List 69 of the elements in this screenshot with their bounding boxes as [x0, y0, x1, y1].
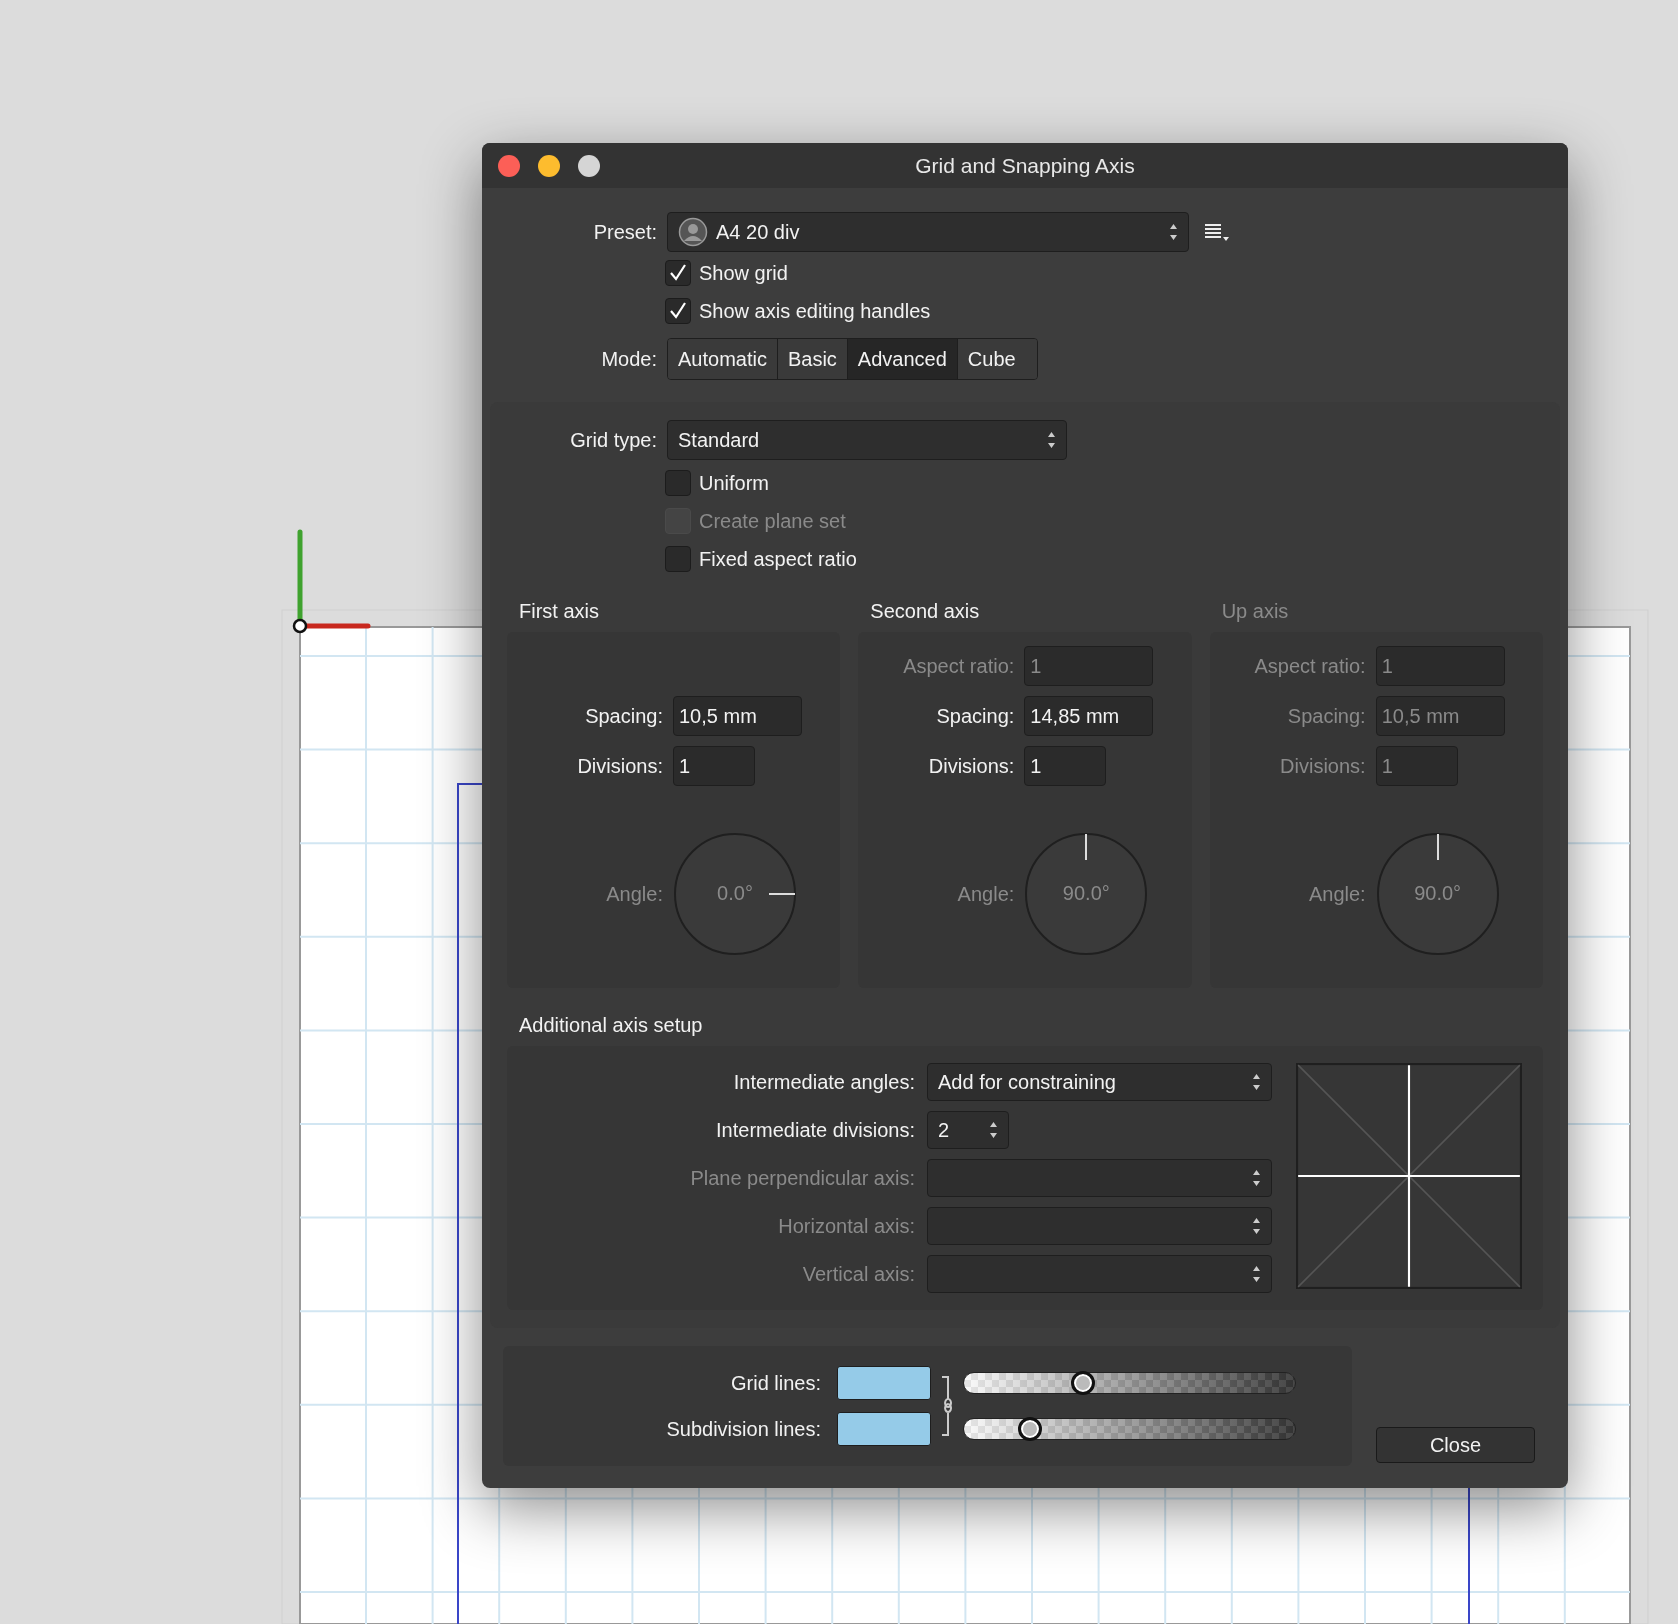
field-label: Horizontal axis: — [777, 1214, 915, 1238]
stepper-arrows-icon — [1169, 223, 1178, 241]
field-label: Subdivision lines: — [665, 1417, 821, 1441]
field-label: Angle: — [956, 882, 1015, 906]
window-title: Grid and Snapping Axis — [915, 153, 1135, 178]
checkbox[interactable] — [665, 546, 691, 572]
dropdown[interactable]: Add for constraining — [927, 1063, 1272, 1101]
mode-tab[interactable]: Advanced — [847, 339, 958, 379]
field-label: Spacing: — [1286, 704, 1366, 728]
opacity-slider[interactable] — [963, 1418, 1296, 1440]
user-avatar-icon — [678, 217, 708, 247]
checkbox-label: Uniform — [699, 471, 769, 495]
stepper-field[interactable]: 2 — [927, 1111, 1009, 1149]
mode-tab[interactable]: Automatic — [668, 339, 778, 379]
slider-thumb[interactable] — [1018, 1417, 1043, 1441]
checkbox-label: Create plane set — [699, 509, 846, 533]
field-label: Aspect ratio: — [1253, 654, 1366, 678]
field-label: Angle: — [605, 882, 663, 906]
stepper-arrows-icon — [1252, 1073, 1261, 1091]
field-label: Mode: — [600, 347, 657, 371]
section-title: Up axis — [1221, 600, 1290, 622]
grid-type-dropdown[interactable]: Standard — [667, 420, 1067, 460]
section-title: First axis — [519, 600, 600, 622]
close-window-button[interactable] — [498, 155, 520, 177]
field-label: Vertical axis: — [801, 1262, 915, 1286]
stepper-arrows-icon — [1252, 1169, 1261, 1187]
chain-link-icon[interactable] — [941, 1373, 955, 1439]
field-label: Aspect ratio: — [902, 654, 1015, 678]
checkbox[interactable] — [665, 260, 691, 286]
checkbox-label: Fixed aspect ratio — [699, 547, 857, 571]
checkbox-label: Show grid — [699, 261, 788, 285]
close-button[interactable]: Close — [1376, 1427, 1535, 1463]
angle-value: 90.0° — [1413, 882, 1463, 905]
section-title: Additional axis setup — [519, 1014, 704, 1036]
opacity-slider[interactable] — [963, 1372, 1296, 1394]
color-swatch[interactable] — [837, 1366, 931, 1400]
field-label: Angle: — [1307, 882, 1366, 906]
zoom-window-button[interactable] — [578, 155, 600, 177]
field-label: Preset: — [592, 220, 657, 244]
input-field[interactable]: 1 — [673, 746, 755, 786]
list-menu-icon[interactable] — [1203, 222, 1231, 242]
input-field[interactable]: 14,85 mm — [1024, 696, 1154, 736]
minimize-window-button[interactable] — [538, 155, 560, 177]
stepper-arrows-icon — [1252, 1217, 1261, 1235]
field-label: Divisions: — [576, 754, 663, 778]
slider-thumb[interactable] — [1071, 1371, 1096, 1395]
field-label: Grid lines: — [729, 1371, 821, 1395]
checkbox[interactable] — [665, 470, 691, 496]
section-title: Second axis — [870, 600, 981, 622]
angle-value: 0.0° — [716, 882, 754, 905]
field-label: Divisions: — [927, 754, 1015, 778]
preset-dropdown[interactable]: A4 20 div — [667, 212, 1189, 252]
field-label: Intermediate divisions: — [715, 1118, 915, 1142]
field-label: Divisions: — [1279, 754, 1366, 778]
stepper-arrows-icon — [1252, 1265, 1261, 1283]
field-label: Spacing: — [584, 704, 663, 728]
checkbox-label: Show axis editing handles — [699, 299, 931, 323]
field-label: Plane perpendicular axis: — [689, 1166, 915, 1190]
angle-value: 90.0° — [1061, 882, 1111, 905]
field-label: Intermediate angles: — [732, 1070, 915, 1094]
field-label: Spacing: — [935, 704, 1015, 728]
input-field[interactable]: 10,5 mm — [673, 696, 802, 736]
stepper-arrows-icon — [1047, 431, 1056, 449]
field-label: Grid type: — [569, 428, 657, 452]
axis-handle-drawing[interactable] — [292, 529, 371, 634]
input-field[interactable]: 1 — [1024, 746, 1107, 786]
checkbox[interactable] — [665, 298, 691, 324]
color-swatch[interactable] — [837, 1412, 931, 1446]
stepper-arrows-icon — [989, 1121, 998, 1139]
